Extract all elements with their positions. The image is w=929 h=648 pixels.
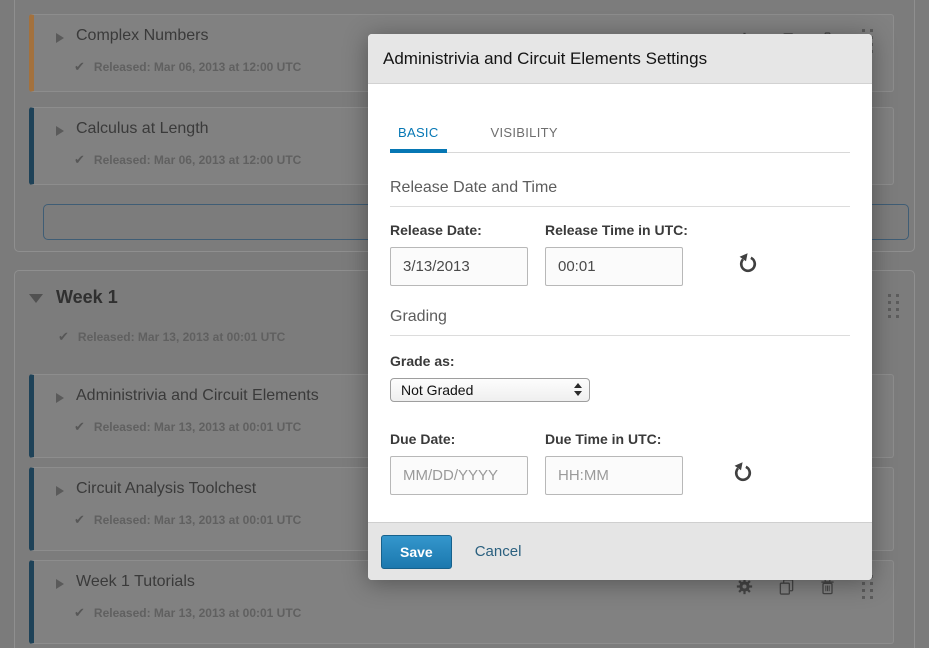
check-icon: ✔ (74, 59, 85, 74)
due-date-label: Due Date: (390, 431, 528, 447)
release-status: ✔Released: Mar 13, 2013 at 00:01 UTC (74, 512, 301, 528)
grade-as-label: Grade as: (390, 353, 850, 369)
subsection-title: Calculus at Length (76, 120, 209, 138)
due-time-input[interactable] (545, 456, 683, 495)
subsection-title: Complex Numbers (76, 27, 208, 45)
modal-tabs: BASIC VISIBILITY (390, 125, 850, 153)
modal-header: Administrivia and Circuit Elements Setti… (368, 34, 872, 84)
expand-arrow-icon[interactable] (56, 126, 64, 136)
release-time-input[interactable] (545, 247, 683, 286)
reset-release-date-button[interactable] (737, 252, 759, 277)
delete-icon[interactable] (820, 578, 837, 596)
due-date-input[interactable] (390, 456, 528, 495)
subsection-title: Circuit Analysis Toolchest (76, 480, 256, 498)
release-date-label: Release Date: (390, 222, 528, 238)
release-status: ✔Released: Mar 06, 2013 at 12:00 UTC (74, 152, 301, 168)
duplicate-icon[interactable] (778, 578, 795, 596)
drag-handle-icon[interactable] (888, 294, 899, 318)
release-date-input[interactable] (390, 247, 528, 286)
check-icon: ✔ (74, 419, 85, 434)
grade-as-value: Not Graded (401, 382, 473, 398)
release-status: ✔Released: Mar 06, 2013 at 12:00 UTC (74, 59, 301, 75)
reset-icon (732, 471, 754, 486)
release-status: ✔Released: Mar 13, 2013 at 00:01 UTC (58, 329, 285, 345)
modal-footer: Save Cancel (368, 522, 872, 580)
reset-due-date-button[interactable] (732, 461, 754, 486)
gear-icon[interactable] (736, 578, 753, 596)
release-time-label: Release Time in UTC: (545, 222, 688, 238)
release-status: ✔Released: Mar 13, 2013 at 00:01 UTC (74, 605, 301, 621)
subsection-settings-modal: Administrivia and Circuit Elements Setti… (368, 34, 872, 580)
select-arrows-icon (574, 383, 582, 396)
grade-as-select[interactable]: Not Graded (390, 378, 590, 402)
section-title: Week 1 (56, 287, 118, 308)
collapse-arrow-icon[interactable] (29, 294, 43, 303)
modal-body: BASIC VISIBILITY Release Date and Time R… (368, 85, 872, 522)
tab-visibility[interactable]: VISIBILITY (483, 125, 566, 152)
due-time-label: Due Time in UTC: (545, 431, 683, 447)
check-icon: ✔ (58, 329, 69, 344)
check-icon: ✔ (74, 512, 85, 527)
save-button[interactable]: Save (381, 535, 452, 569)
modal-title: Administrivia and Circuit Elements Setti… (368, 34, 872, 84)
grading-section-heading: Grading (390, 308, 850, 336)
expand-arrow-icon[interactable] (56, 579, 64, 589)
expand-arrow-icon[interactable] (56, 393, 64, 403)
cancel-link[interactable]: Cancel (475, 543, 522, 560)
subsection-title: Week 1 Tutorials (76, 573, 195, 591)
reset-icon (737, 262, 759, 277)
expand-arrow-icon[interactable] (56, 33, 64, 43)
release-status: ✔Released: Mar 13, 2013 at 00:01 UTC (74, 419, 301, 435)
expand-arrow-icon[interactable] (56, 486, 64, 496)
release-section-heading: Release Date and Time (390, 179, 850, 207)
check-icon: ✔ (74, 605, 85, 620)
tab-basic[interactable]: BASIC (390, 125, 447, 153)
subsection-title: Administrivia and Circuit Elements (76, 387, 319, 405)
check-icon: ✔ (74, 152, 85, 167)
